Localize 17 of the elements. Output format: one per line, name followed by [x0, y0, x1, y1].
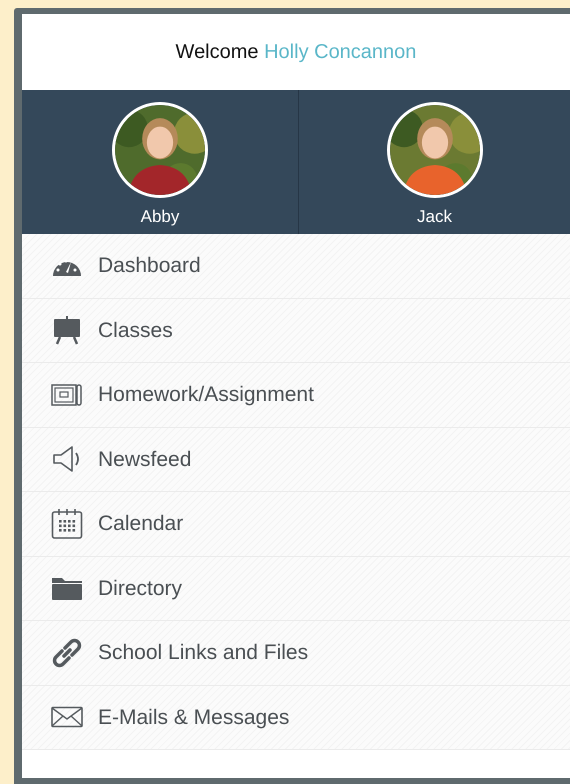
calendar-icon: [51, 508, 83, 540]
link-icon: [52, 638, 82, 668]
document-frame-icon: [51, 382, 83, 407]
menu-item[interactable]: School Links and Files: [22, 621, 570, 686]
menu-item[interactable]: Homework/Assignment: [22, 363, 570, 428]
child-name[interactable]: Abby: [140, 204, 180, 230]
folder-icon: [51, 575, 83, 602]
easel-icon: [52, 315, 82, 346]
menu-item[interactable]: Classes: [22, 298, 570, 363]
child-name[interactable]: Jack: [417, 204, 452, 230]
menu-item[interactable]: Calendar: [22, 492, 570, 556]
menu-item[interactable]: Dashboard: [22, 234, 570, 298]
envelope-icon: [51, 706, 83, 728]
menu-item[interactable]: Newsfeed: [22, 428, 570, 492]
speaker-icon: [52, 444, 82, 474]
welcome-heading: Welcome Holly Concannon: [176, 40, 416, 65]
menu-item[interactable]: Directory: [22, 556, 570, 621]
